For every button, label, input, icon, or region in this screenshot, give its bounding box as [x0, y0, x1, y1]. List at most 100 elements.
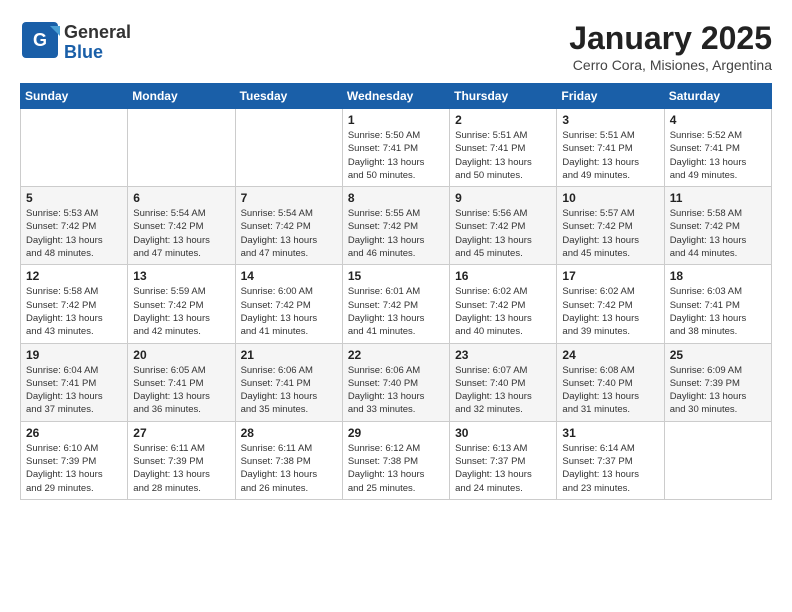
day-info: Sunrise: 5:55 AM Sunset: 7:42 PM Dayligh… [348, 207, 444, 260]
calendar-cell: 26Sunrise: 6:10 AM Sunset: 7:39 PM Dayli… [21, 421, 128, 499]
day-number: 5 [26, 191, 122, 205]
calendar-cell: 7 Sunrise: 5:54 AM Sunset: 7:42 PM Daylig… [235, 187, 342, 265]
calendar-cell: 29 Sunrise: 6:12 AM Sunset: 7:38 PM Dayli… [342, 421, 449, 499]
day-info: Sunrise: 6:06 AM Sunset: 7:41 PM Dayligh… [241, 364, 337, 417]
day-number: 4 [670, 113, 766, 127]
day-info: Sunrise: 6:06 AM Sunset: 7:40 PM Dayligh… [348, 364, 444, 417]
calendar-cell: 12 Sunrise: 5:58 AM Sunset: 7:42 PM Dayli… [21, 265, 128, 343]
col-saturday: Saturday [664, 84, 771, 109]
calendar-cell: 17Sunrise: 6:02 AM Sunset: 7:42 PM Dayli… [557, 265, 664, 343]
day-number: 21 [241, 348, 337, 362]
calendar-cell: 2 Sunrise: 5:51 AM Sunset: 7:41 PM Daylig… [450, 109, 557, 187]
col-sunday: Sunday [21, 84, 128, 109]
calendar-cell: 3Sunrise: 5:51 AM Sunset: 7:41 PM Daylig… [557, 109, 664, 187]
day-info: Sunrise: 5:50 AM Sunset: 7:41 PM Dayligh… [348, 129, 444, 182]
day-number: 31 [562, 426, 658, 440]
day-info: Sunrise: 5:54 AM Sunset: 7:42 PM Dayligh… [241, 207, 337, 260]
day-info: Sunrise: 6:13 AM Sunset: 7:37 PM Dayligh… [455, 442, 551, 495]
calendar-cell: 27Sunrise: 6:11 AM Sunset: 7:39 PM Dayli… [128, 421, 235, 499]
calendar-week-row: 19 Sunrise: 6:04 AM Sunset: 7:41 PM Dayli… [21, 343, 772, 421]
day-number: 27 [133, 426, 229, 440]
day-number: 15 [348, 269, 444, 283]
calendar-cell [664, 421, 771, 499]
day-info: Sunrise: 6:04 AM Sunset: 7:41 PM Dayligh… [26, 364, 122, 417]
day-number: 16 [455, 269, 551, 283]
calendar-cell: 6 Sunrise: 5:54 AM Sunset: 7:42 PM Daylig… [128, 187, 235, 265]
calendar-cell: 18 Sunrise: 6:03 AM Sunset: 7:41 PM Dayli… [664, 265, 771, 343]
day-info: Sunrise: 5:58 AM Sunset: 7:42 PM Dayligh… [26, 285, 122, 338]
calendar-cell [235, 109, 342, 187]
calendar-table: Sunday Monday Tuesday Wednesday Thursday… [20, 83, 772, 500]
calendar-title: January 2025 [569, 20, 772, 57]
day-number: 29 [348, 426, 444, 440]
svg-text:G: G [33, 30, 47, 50]
calendar-cell: 25 Sunrise: 6:09 AM Sunset: 7:39 PM Dayli… [664, 343, 771, 421]
calendar-cell [128, 109, 235, 187]
day-number: 25 [670, 348, 766, 362]
calendar-cell: 11Sunrise: 5:58 AM Sunset: 7:42 PM Dayli… [664, 187, 771, 265]
calendar-cell: 13Sunrise: 5:59 AM Sunset: 7:42 PM Dayli… [128, 265, 235, 343]
day-number: 2 [455, 113, 551, 127]
col-tuesday: Tuesday [235, 84, 342, 109]
day-info: Sunrise: 6:02 AM Sunset: 7:42 PM Dayligh… [562, 285, 658, 338]
page: G General Blue January 2025 Cerro Cora, … [0, 0, 792, 510]
col-friday: Friday [557, 84, 664, 109]
day-number: 14 [241, 269, 337, 283]
calendar-cell: 8 Sunrise: 5:55 AM Sunset: 7:42 PM Daylig… [342, 187, 449, 265]
day-number: 19 [26, 348, 122, 362]
day-info: Sunrise: 5:58 AM Sunset: 7:42 PM Dayligh… [670, 207, 766, 260]
calendar-cell: 24 Sunrise: 6:08 AM Sunset: 7:40 PM Dayli… [557, 343, 664, 421]
day-number: 30 [455, 426, 551, 440]
calendar-cell: 16 Sunrise: 6:02 AM Sunset: 7:42 PM Dayli… [450, 265, 557, 343]
calendar-cell: 14 Sunrise: 6:00 AM Sunset: 7:42 PM Dayli… [235, 265, 342, 343]
day-number: 8 [348, 191, 444, 205]
day-info: Sunrise: 6:12 AM Sunset: 7:38 PM Dayligh… [348, 442, 444, 495]
logo-blue-text: Blue [64, 42, 103, 62]
day-number: 9 [455, 191, 551, 205]
col-monday: Monday [128, 84, 235, 109]
day-info: Sunrise: 5:52 AM Sunset: 7:41 PM Dayligh… [670, 129, 766, 182]
day-info: Sunrise: 6:00 AM Sunset: 7:42 PM Dayligh… [241, 285, 337, 338]
day-number: 28 [241, 426, 337, 440]
day-number: 10 [562, 191, 658, 205]
day-number: 23 [455, 348, 551, 362]
day-number: 18 [670, 269, 766, 283]
calendar-cell: 28 Sunrise: 6:11 AM Sunset: 7:38 PM Dayli… [235, 421, 342, 499]
day-info: Sunrise: 6:08 AM Sunset: 7:40 PM Dayligh… [562, 364, 658, 417]
day-number: 24 [562, 348, 658, 362]
day-number: 6 [133, 191, 229, 205]
calendar-week-row: 1Sunrise: 5:50 AM Sunset: 7:41 PM Daylig… [21, 109, 772, 187]
logo-general-text: General [64, 22, 131, 42]
calendar-week-row: 26Sunrise: 6:10 AM Sunset: 7:39 PM Dayli… [21, 421, 772, 499]
calendar-cell: 21 Sunrise: 6:06 AM Sunset: 7:41 PM Dayli… [235, 343, 342, 421]
day-info: Sunrise: 5:51 AM Sunset: 7:41 PM Dayligh… [455, 129, 551, 182]
day-number: 26 [26, 426, 122, 440]
day-number: 12 [26, 269, 122, 283]
day-info: Sunrise: 6:09 AM Sunset: 7:39 PM Dayligh… [670, 364, 766, 417]
day-info: Sunrise: 5:54 AM Sunset: 7:42 PM Dayligh… [133, 207, 229, 260]
day-info: Sunrise: 5:59 AM Sunset: 7:42 PM Dayligh… [133, 285, 229, 338]
day-info: Sunrise: 6:11 AM Sunset: 7:38 PM Dayligh… [241, 442, 337, 495]
calendar-cell: 20 Sunrise: 6:05 AM Sunset: 7:41 PM Dayli… [128, 343, 235, 421]
day-info: Sunrise: 6:14 AM Sunset: 7:37 PM Dayligh… [562, 442, 658, 495]
day-info: Sunrise: 6:05 AM Sunset: 7:41 PM Dayligh… [133, 364, 229, 417]
day-info: Sunrise: 5:56 AM Sunset: 7:42 PM Dayligh… [455, 207, 551, 260]
calendar-cell [21, 109, 128, 187]
day-info: Sunrise: 6:01 AM Sunset: 7:42 PM Dayligh… [348, 285, 444, 338]
calendar-cell: 9 Sunrise: 5:56 AM Sunset: 7:42 PM Daylig… [450, 187, 557, 265]
calendar-cell: 19 Sunrise: 6:04 AM Sunset: 7:41 PM Dayli… [21, 343, 128, 421]
day-number: 22 [348, 348, 444, 362]
calendar-week-row: 12 Sunrise: 5:58 AM Sunset: 7:42 PM Dayli… [21, 265, 772, 343]
calendar-cell: 4 Sunrise: 5:52 AM Sunset: 7:41 PM Daylig… [664, 109, 771, 187]
day-info: Sunrise: 6:02 AM Sunset: 7:42 PM Dayligh… [455, 285, 551, 338]
day-info: Sunrise: 6:03 AM Sunset: 7:41 PM Dayligh… [670, 285, 766, 338]
day-number: 20 [133, 348, 229, 362]
col-wednesday: Wednesday [342, 84, 449, 109]
header: G General Blue January 2025 Cerro Cora, … [20, 20, 772, 73]
calendar-cell: 1Sunrise: 5:50 AM Sunset: 7:41 PM Daylig… [342, 109, 449, 187]
day-number: 3 [562, 113, 658, 127]
day-info: Sunrise: 5:53 AM Sunset: 7:42 PM Dayligh… [26, 207, 122, 260]
logo: G General Blue [20, 20, 131, 65]
day-number: 7 [241, 191, 337, 205]
day-info: Sunrise: 6:07 AM Sunset: 7:40 PM Dayligh… [455, 364, 551, 417]
